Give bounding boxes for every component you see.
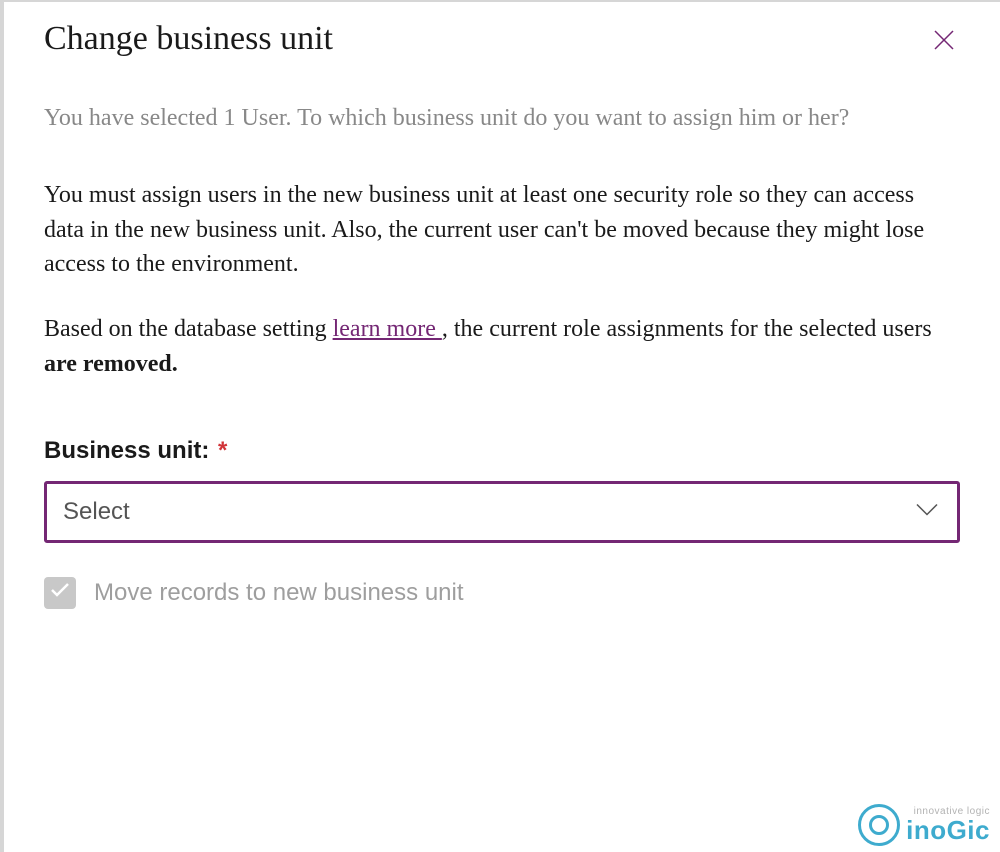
watermark-text: innovative logic inoGic (906, 807, 990, 843)
dialog-header: Change business unit (44, 20, 960, 59)
move-records-row: Move records to new business unit (44, 577, 960, 609)
watermark: innovative logic inoGic (858, 804, 990, 846)
check-icon (50, 582, 70, 603)
business-unit-select-wrap: Select (44, 481, 960, 543)
watermark-brand: inoGic (906, 817, 990, 843)
move-records-label: Move records to new business unit (94, 579, 464, 607)
move-records-checkbox[interactable] (44, 577, 76, 609)
close-button[interactable] (928, 24, 960, 59)
dialog-title: Change business unit (44, 20, 333, 58)
change-business-unit-dialog: Change business unit You have selected 1… (4, 2, 1000, 629)
dialog-body-text: You must assign users in the new busines… (44, 178, 960, 282)
watermark-icon (858, 804, 900, 846)
required-mark: * (218, 437, 227, 464)
business-unit-label-text: Business unit: (44, 437, 209, 464)
setting-mid: , the current role assignments for the s… (442, 316, 932, 342)
business-unit-select[interactable]: Select (44, 481, 960, 543)
setting-bold: are removed. (44, 351, 178, 377)
close-icon (932, 40, 956, 55)
setting-prefix: Based on the database setting (44, 316, 333, 342)
business-unit-label: Business unit: * (44, 437, 960, 465)
learn-more-link[interactable]: learn more (333, 316, 442, 342)
dialog-setting-text: Based on the database setting learn more… (44, 312, 960, 382)
select-placeholder: Select (63, 498, 130, 526)
dialog-intro-text: You have selected 1 User. To which busin… (44, 101, 960, 136)
